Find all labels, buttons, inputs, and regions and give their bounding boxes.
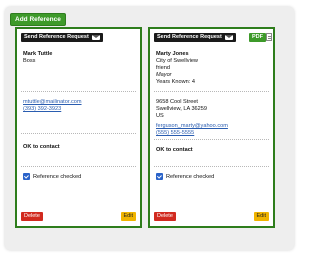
contact-status: OK to contact (23, 144, 60, 150)
edit-button[interactable]: Edit (253, 212, 269, 221)
delete-button[interactable]: Delete (21, 212, 43, 221)
reference-card: Send Reference Request Mark Tuttle Boss … (15, 27, 142, 228)
envelope-icon (224, 35, 233, 40)
reference-checked-label: Reference checked (166, 173, 215, 180)
divider (21, 166, 136, 167)
send-reference-request-label: Send Reference Request (157, 34, 222, 40)
address-city-state-zip: Swellview, LA 36259 (156, 106, 207, 112)
reference-email-link[interactable]: mtuttle@mailinator.com (23, 99, 82, 106)
reference-checked-row[interactable]: Reference checked (23, 173, 81, 180)
reference-card: Send Reference Request PDF Marty Jones C… (148, 27, 275, 228)
edit-button[interactable]: Edit (120, 212, 136, 221)
reference-phone-link[interactable]: (393) 392-3923 (23, 106, 61, 113)
address-country: US (156, 113, 164, 119)
reference-years-known: Years Known: 4 (156, 79, 195, 85)
address-street: 9658 Cool Street (156, 99, 198, 105)
card-toolbar: Send Reference Request PDF (154, 33, 272, 43)
send-reference-request-button[interactable]: Send Reference Request (21, 33, 103, 42)
reference-email-link[interactable]: ferguson_marty@yahoo.com (156, 123, 228, 130)
send-reference-request-button[interactable]: Send Reference Request (154, 33, 236, 42)
card-toolbar: Send Reference Request (21, 33, 136, 43)
divider (21, 91, 136, 92)
reference-title: Mayor (156, 72, 172, 78)
envelope-icon (91, 35, 100, 40)
delete-button[interactable]: Delete (154, 212, 176, 221)
reference-checked-checkbox[interactable] (23, 173, 30, 180)
reference-checked-label: Reference checked (33, 173, 82, 180)
divider (154, 91, 269, 92)
copy-icon[interactable] (266, 33, 272, 41)
reference-name: Mark Tuttle (23, 51, 53, 57)
send-reference-request-label: Send Reference Request (24, 34, 89, 40)
reference-checked-row[interactable]: Reference checked (156, 173, 214, 180)
pdf-button[interactable]: PDF (249, 33, 266, 42)
reference-relationship: Boss (23, 58, 36, 64)
reference-phone-link[interactable]: (555) 555-5555 (156, 130, 194, 137)
divider (21, 133, 136, 134)
reference-relationship: friend (156, 65, 170, 71)
reference-checked-checkbox[interactable] (156, 173, 163, 180)
divider (154, 166, 269, 167)
reference-organization: City of Swellview (156, 58, 198, 64)
divider (154, 139, 269, 140)
reference-name: Marty Jones (156, 51, 189, 57)
add-reference-button[interactable]: Add Reference (10, 13, 66, 26)
contact-status: OK to contact (156, 147, 193, 153)
